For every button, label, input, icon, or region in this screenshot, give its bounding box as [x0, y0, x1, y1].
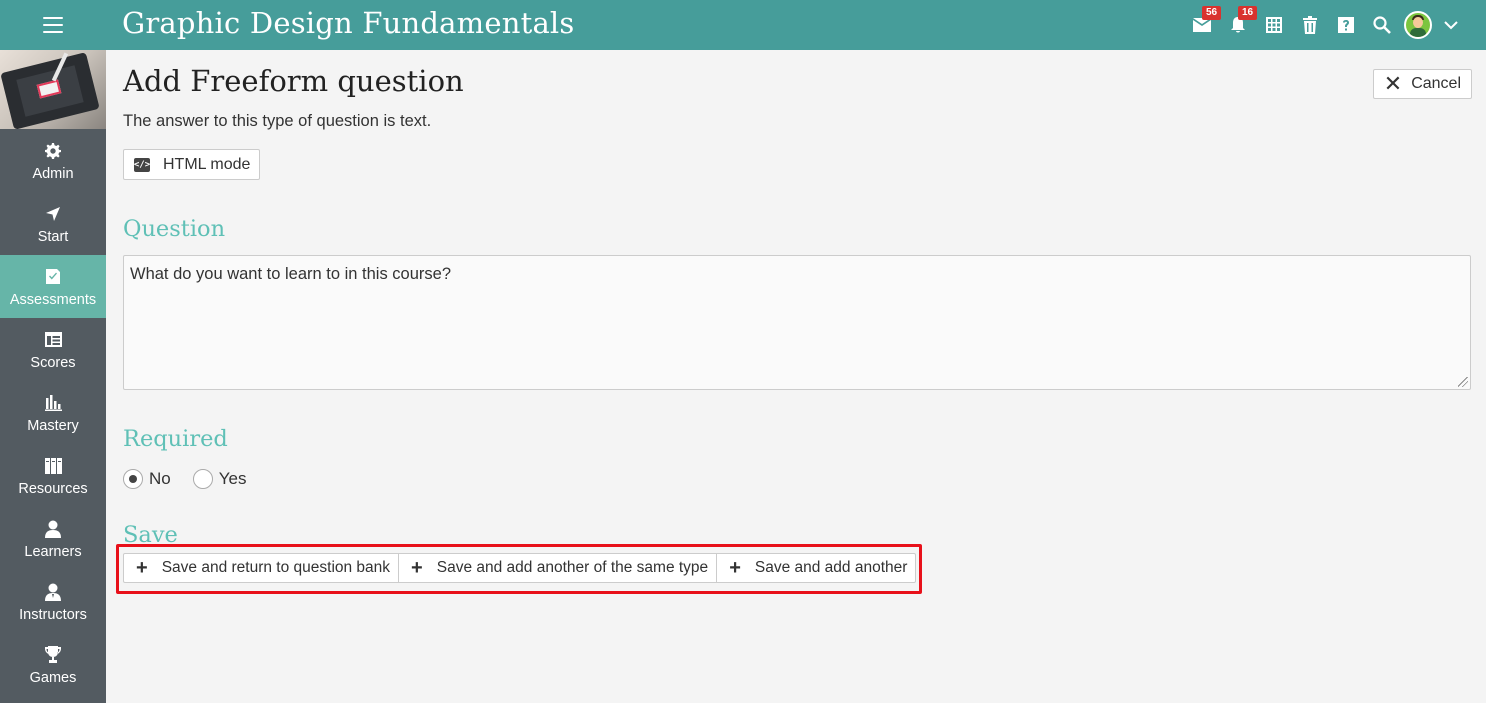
- help-button[interactable]: [1328, 0, 1364, 50]
- save-and-add-another-button[interactable]: + Save and add another: [717, 554, 915, 582]
- question-heading: Question: [123, 216, 226, 242]
- plus-icon: +: [411, 557, 423, 579]
- menu-button[interactable]: [0, 0, 106, 50]
- bar-chart-icon: [44, 394, 62, 411]
- gradebook-icon: [44, 332, 62, 347]
- gear-icon: [45, 142, 61, 159]
- sidebar-item-label: Assessments: [9, 291, 97, 308]
- sidebar-item-assessments[interactable]: Assessments: [0, 255, 106, 318]
- save-and-return-button[interactable]: + Save and return to question bank: [124, 554, 400, 582]
- save-button-label: Save and add another: [754, 559, 908, 576]
- user-menu-toggle[interactable]: [1436, 0, 1466, 50]
- question-text: What do you want to learn to in this cou…: [130, 265, 452, 283]
- sidebar-item-label: Games: [29, 669, 77, 686]
- messages-button[interactable]: 56: [1184, 0, 1222, 50]
- cancel-button[interactable]: ✕ Cancel: [1372, 69, 1472, 99]
- required-heading: Required: [123, 426, 228, 452]
- instructor-icon: [45, 583, 61, 601]
- radio-label-yes: Yes: [218, 469, 247, 488]
- code-icon: </>: [133, 157, 151, 172]
- chevron-down-icon: [1444, 20, 1458, 29]
- page-title: Add Freeform question: [123, 64, 464, 98]
- sidebar-item-scores[interactable]: Scores: [0, 318, 106, 381]
- sidebar-item-label: Start: [37, 228, 69, 245]
- radio-label-no: No: [149, 469, 171, 488]
- sidebar-item-learners[interactable]: Learners: [0, 507, 106, 570]
- trash-icon: [1303, 16, 1317, 34]
- navigation-arrow-icon: [46, 206, 60, 221]
- save-and-add-same-type-button[interactable]: + Save and add another of the same type: [399, 554, 718, 582]
- search-icon: [1373, 16, 1391, 34]
- notifications-badge: 16: [1238, 6, 1258, 20]
- sidebar-item-admin[interactable]: Admin: [0, 129, 106, 192]
- main-content: Add Freeform question ✕ Cancel The answe…: [106, 50, 1486, 703]
- required-option-yes[interactable]: Yes: [192, 469, 247, 489]
- sidebar-item-label: Scores: [30, 354, 76, 371]
- hamburger-icon: [43, 17, 63, 33]
- sidebar-item-instructors[interactable]: Instructors: [0, 570, 106, 633]
- person-icon: [45, 520, 61, 538]
- question-type-description: The answer to this type of question is t…: [123, 112, 432, 130]
- html-mode-label: HTML mode: [163, 155, 251, 173]
- user-menu-button[interactable]: [1400, 0, 1436, 50]
- sidebar-item-label: Resources: [18, 480, 88, 497]
- course-image[interactable]: [0, 50, 106, 129]
- sidebar-item-resources[interactable]: Resources: [0, 444, 106, 507]
- calendar-button[interactable]: [1256, 0, 1292, 50]
- sidebar-item-games[interactable]: Games: [0, 633, 106, 696]
- html-mode-button[interactable]: </> HTML mode: [123, 149, 261, 180]
- sidebar-item-label: Instructors: [19, 606, 87, 623]
- question-textarea[interactable]: What do you want to learn to in this cou…: [123, 255, 1471, 390]
- books-icon: [44, 457, 62, 474]
- sidebar-item-label: Mastery: [27, 417, 79, 434]
- top-bar: Graphic Design Fundamentals 56 16: [0, 0, 1486, 50]
- sidebar-item-label: Admin: [32, 165, 74, 182]
- radio-no[interactable]: [123, 469, 143, 489]
- messages-badge: 56: [1202, 6, 1222, 20]
- required-radio-group: No Yes: [123, 469, 268, 489]
- notifications-button[interactable]: 16: [1220, 0, 1258, 50]
- avatar: [1404, 11, 1432, 39]
- top-icons: 56 16: [1184, 0, 1466, 50]
- sidebar-item-label: Learners: [24, 543, 82, 560]
- sidebar: Admin Start Assessments Scores Mastery R…: [0, 50, 106, 703]
- radio-yes[interactable]: [192, 469, 213, 489]
- plus-icon: +: [729, 557, 741, 579]
- cancel-label: Cancel: [1411, 75, 1461, 92]
- plus-icon: +: [136, 557, 148, 579]
- save-button-label: Save and add another of the same type: [436, 559, 709, 576]
- required-option-no[interactable]: No: [123, 469, 171, 489]
- sidebar-item-mastery[interactable]: Mastery: [0, 381, 106, 444]
- save-button-label: Save and return to question bank: [161, 559, 391, 576]
- search-button[interactable]: [1364, 0, 1400, 50]
- trophy-icon: [45, 646, 61, 663]
- close-icon: ✕: [1383, 71, 1403, 96]
- resize-handle[interactable]: [1458, 377, 1468, 387]
- trash-button[interactable]: [1292, 0, 1328, 50]
- help-icon: [1338, 17, 1354, 33]
- course-title[interactable]: Graphic Design Fundamentals: [122, 6, 575, 40]
- calendar-icon: [1266, 17, 1282, 33]
- checkbox-icon: [46, 269, 60, 284]
- save-button-group: + Save and return to question bank + Sav…: [123, 553, 917, 583]
- sidebar-item-start[interactable]: Start: [0, 192, 106, 255]
